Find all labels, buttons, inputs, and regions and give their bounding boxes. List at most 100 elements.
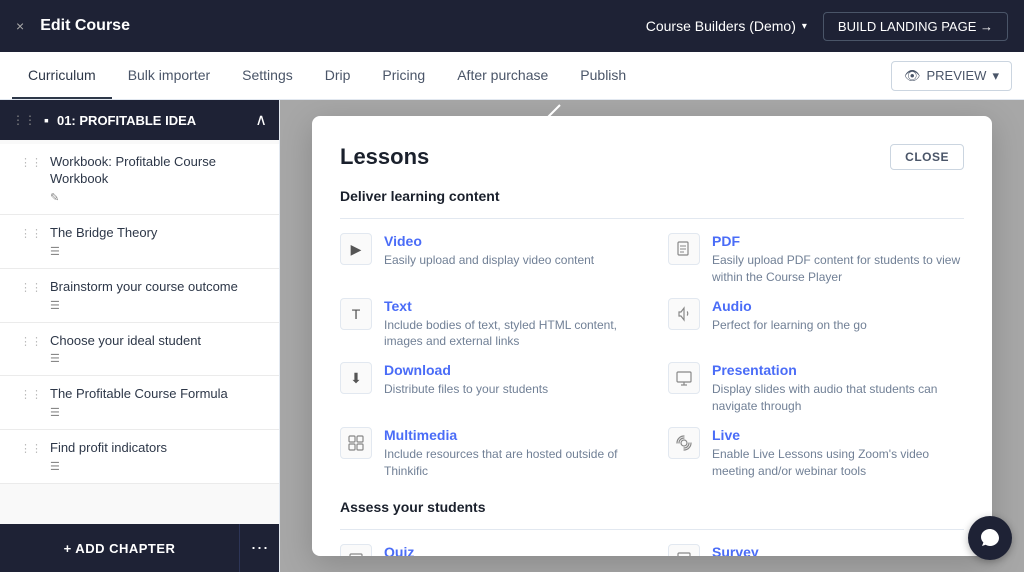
lesson-type-icon: ☰ — [50, 245, 267, 258]
lesson-type-pdf[interactable]: PDF Easily upload PDF content for studen… — [668, 233, 964, 286]
lesson-type-desc: Perfect for learning on the go — [712, 317, 964, 334]
close-button[interactable]: × — [16, 18, 24, 34]
live-icon — [668, 427, 700, 459]
course-selector[interactable]: Course Builders (Demo) ▾ — [646, 18, 807, 34]
lesson-type-name: Survey — [712, 544, 964, 556]
chapter-icon: ▪ — [44, 112, 49, 128]
tab-settings[interactable]: Settings — [226, 52, 309, 99]
deliver-section-title: Deliver learning content — [340, 188, 964, 204]
lesson-type-download[interactable]: ⬇ Download Distribute files to your stud… — [340, 362, 636, 415]
lesson-type-icon: ☰ — [50, 406, 267, 419]
page-title: Edit Course — [40, 17, 630, 35]
lesson-name: Workbook: Profitable Course Workbook — [50, 154, 267, 188]
lesson-list: ⋮⋮ Workbook: Profitable Course Workbook … — [0, 140, 279, 524]
lesson-type-audio[interactable]: Audio Perfect for learning on the go — [668, 298, 964, 351]
divider — [340, 529, 964, 530]
lesson-name: Choose your ideal student — [50, 333, 267, 350]
lesson-content: The Bridge Theory ☰ — [50, 225, 267, 258]
lesson-type-icon: ☰ — [50, 352, 267, 365]
add-chapter-bar: + ADD CHAPTER ⋯ — [0, 524, 279, 572]
list-item[interactable]: ⋮⋮ Choose your ideal student ☰ — [0, 323, 279, 377]
nav-tabs-right: 👁 PREVIEW ▾ — [891, 52, 1012, 99]
lesson-type-name: PDF — [712, 233, 964, 249]
video-icon: ▶ — [340, 233, 372, 265]
tab-drip[interactable]: Drip — [309, 52, 367, 99]
lesson-type-desc: Easily upload and display video content — [384, 252, 636, 269]
lesson-type-text[interactable]: T Text Include bodies of text, styled HT… — [340, 298, 636, 351]
sidebar: ⋮⋮ ▪ 01: PROFITABLE IDEA ∧ ⋮⋮ Workbook: … — [0, 100, 280, 572]
tab-bulk-importer[interactable]: Bulk importer — [112, 52, 226, 99]
drag-handle-icon: ⋮⋮ — [20, 442, 42, 455]
lesson-type-icon: ☰ — [50, 299, 267, 312]
nav-tabs-left: Curriculum Bulk importer Settings Drip P… — [12, 52, 642, 99]
lesson-type-presentation[interactable]: Presentation Display slides with audio t… — [668, 362, 964, 415]
tab-curriculum[interactable]: Curriculum — [12, 52, 112, 99]
lesson-type-name: Download — [384, 362, 636, 378]
main-content: ⋮⋮ ▪ 01: PROFITABLE IDEA ∧ ⋮⋮ Workbook: … — [0, 100, 1024, 572]
lesson-name: The Profitable Course Formula — [50, 386, 267, 403]
lesson-type-name: Multimedia — [384, 427, 636, 443]
multimedia-icon — [340, 427, 372, 459]
lesson-type-video[interactable]: ▶ Video Easily upload and display video … — [340, 233, 636, 286]
lesson-type-name: Text — [384, 298, 636, 314]
modal-close-button[interactable]: CLOSE — [890, 144, 964, 170]
list-item[interactable]: ⋮⋮ Brainstorm your course outcome ☰ — [0, 269, 279, 323]
survey-icon — [668, 544, 700, 556]
more-options-button[interactable]: ⋯ — [239, 524, 279, 572]
lesson-type-quiz[interactable]: Quiz Allow students to test their knowle… — [340, 544, 636, 556]
modal-overlay[interactable]: Lessons CLOSE Deliver learning content ▶… — [280, 100, 1024, 572]
lesson-type-name: Live — [712, 427, 964, 443]
lesson-name: Brainstorm your course outcome — [50, 279, 267, 296]
chapter-toggle-button[interactable]: ∧ — [255, 110, 267, 130]
chapter-header: ⋮⋮ ▪ 01: PROFITABLE IDEA ∧ — [0, 100, 279, 140]
lesson-name: Find profit indicators — [50, 440, 267, 457]
download-icon: ⬇ — [340, 362, 372, 394]
lesson-type-name: Audio — [712, 298, 964, 314]
lesson-type-icon: ☰ — [50, 460, 267, 473]
course-selector-label: Course Builders (Demo) — [646, 18, 796, 34]
tab-pricing[interactable]: Pricing — [366, 52, 441, 99]
deliver-lesson-grid: ▶ Video Easily upload and display video … — [340, 233, 964, 479]
chat-bubble[interactable] — [968, 516, 1012, 560]
list-item[interactable]: ⋮⋮ Find profit indicators ☰ — [0, 430, 279, 484]
content-area: Lessons CLOSE Deliver learning content ▶… — [280, 100, 1024, 572]
divider — [340, 218, 964, 219]
lesson-type-survey[interactable]: Survey Incorporate avenues for feedback … — [668, 544, 964, 556]
lesson-content: Brainstorm your course outcome ☰ — [50, 279, 267, 312]
pdf-icon — [668, 233, 700, 265]
app-header: × Edit Course Course Builders (Demo) ▾ B… — [0, 0, 1024, 52]
lesson-type-desc: Distribute files to your students — [384, 381, 636, 398]
lesson-content: Workbook: Profitable Course Workbook ✎ — [50, 154, 267, 204]
lesson-content: The Profitable Course Formula ☰ — [50, 386, 267, 419]
lesson-type-desc: Include bodies of text, styled HTML cont… — [384, 317, 636, 351]
lesson-content: Find profit indicators ☰ — [50, 440, 267, 473]
lesson-type-desc: Enable Live Lessons using Zoom's video m… — [712, 446, 964, 480]
lesson-type-icon: ✎ — [50, 191, 267, 204]
tab-after-purchase[interactable]: After purchase — [441, 52, 564, 99]
drag-handle-icon: ⋮⋮ — [20, 281, 42, 294]
chapter-title: 01: PROFITABLE IDEA — [57, 113, 247, 128]
lesson-type-name: Video — [384, 233, 636, 249]
lesson-type-live[interactable]: Live Enable Live Lessons using Zoom's vi… — [668, 427, 964, 480]
lesson-type-name: Presentation — [712, 362, 964, 378]
assess-section-title: Assess your students — [340, 499, 964, 515]
lesson-type-desc: Display slides with audio that students … — [712, 381, 964, 415]
eye-icon: 👁 — [904, 68, 921, 84]
modal-title: Lessons — [340, 144, 429, 170]
tab-publish[interactable]: Publish — [564, 52, 642, 99]
list-item[interactable]: ⋮⋮ The Profitable Course Formula ☰ — [0, 376, 279, 430]
add-chapter-button[interactable]: + ADD CHAPTER — [0, 524, 239, 572]
lesson-type-desc: Easily upload PDF content for students t… — [712, 252, 964, 286]
lesson-type-multimedia[interactable]: Multimedia Include resources that are ho… — [340, 427, 636, 480]
quiz-icon — [340, 544, 372, 556]
preview-button[interactable]: 👁 PREVIEW ▾ — [891, 61, 1012, 91]
build-landing-page-button[interactable]: BUILD LANDING PAGE → — [823, 12, 1008, 41]
lessons-modal: Lessons CLOSE Deliver learning content ▶… — [312, 116, 992, 556]
lesson-content: Choose your ideal student ☰ — [50, 333, 267, 366]
list-item[interactable]: ⋮⋮ Workbook: Profitable Course Workbook … — [0, 144, 279, 215]
list-item[interactable]: ⋮⋮ The Bridge Theory ☰ — [0, 215, 279, 269]
text-icon: T — [340, 298, 372, 330]
audio-icon — [668, 298, 700, 330]
drag-handle-icon: ⋮⋮ — [20, 335, 42, 348]
chevron-down-icon: ▾ — [802, 21, 807, 32]
